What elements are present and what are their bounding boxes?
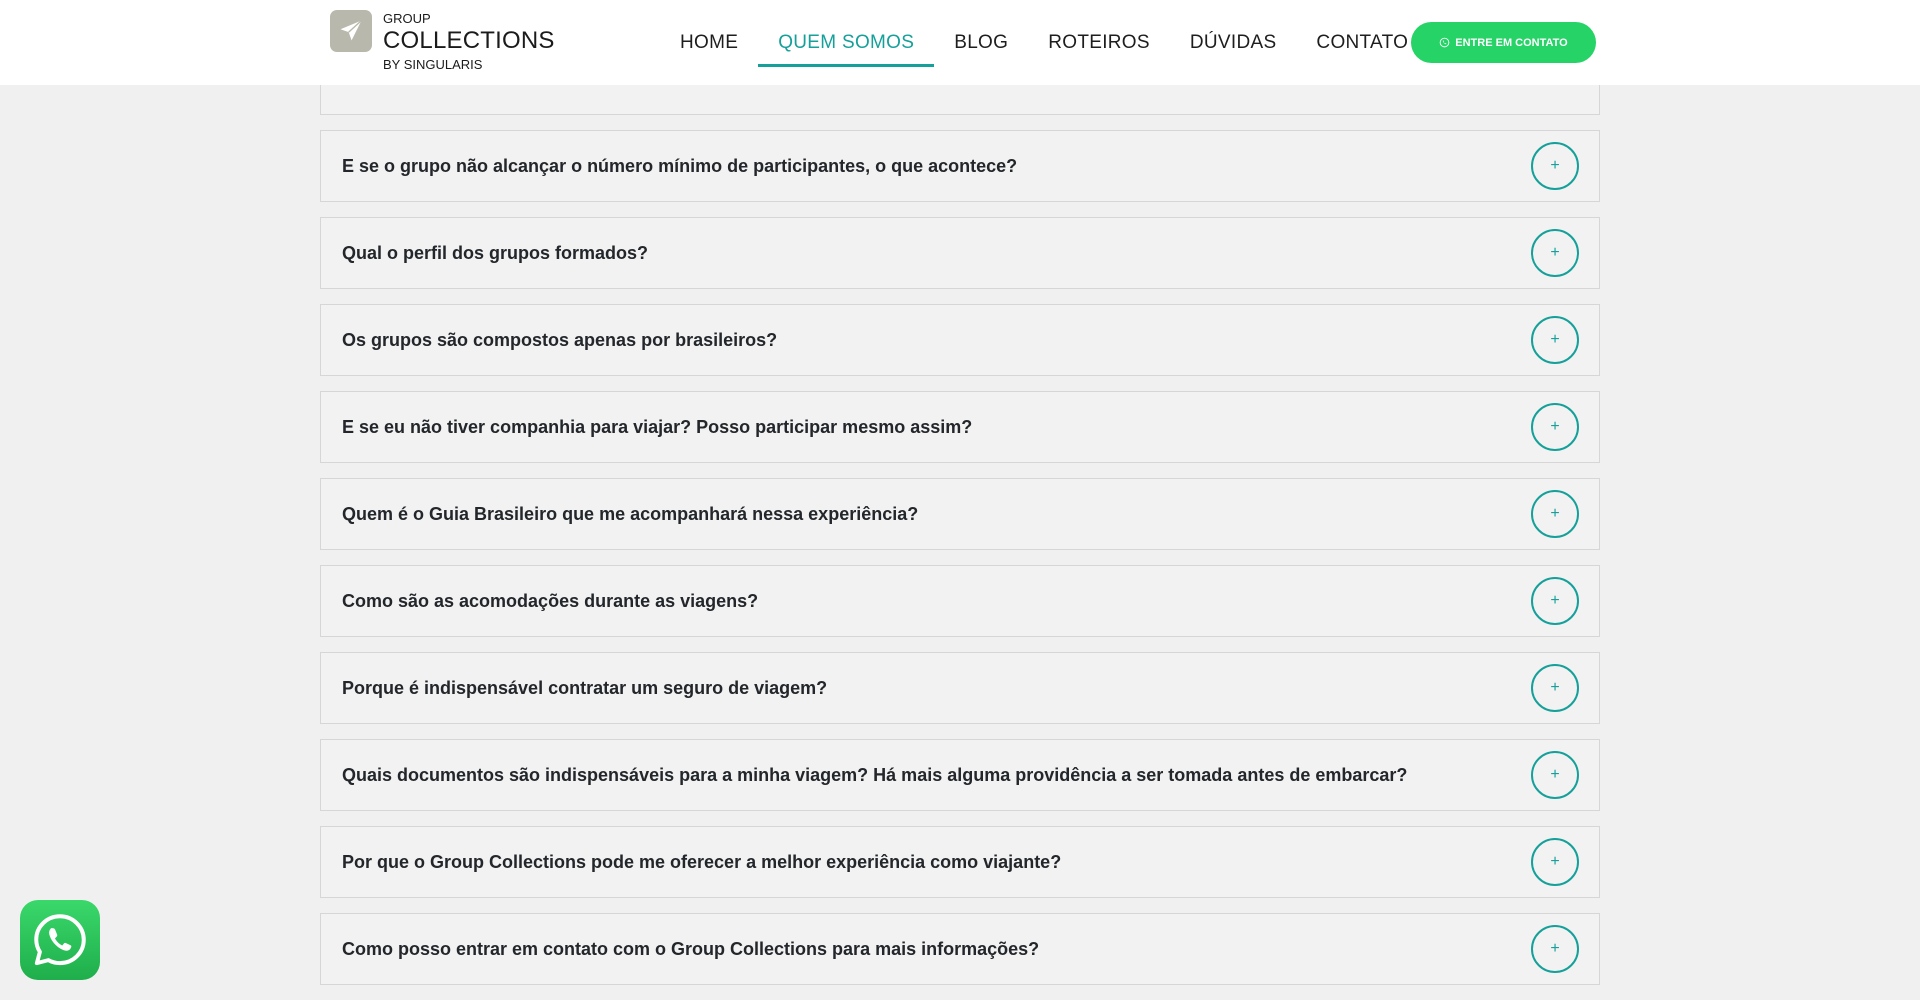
plus-icon[interactable]: + [1531,925,1579,973]
nav-item-quem-somos[interactable]: QUEM SOMOS [758,0,935,85]
main-nav: HOME QUEM SOMOS BLOG ROTEIROS DÚVIDAS CO… [660,0,1428,85]
faq-question: Qual o perfil dos grupos formados? [342,242,649,263]
faq-item[interactable]: Os grupos são compostos apenas por brasi… [320,304,1600,376]
faq-question: Por que o Group Collections pode me ofer… [342,851,1062,872]
logo-text: GROUP COLLECTIONS BY SINGULARIS [383,10,555,71]
faq-item[interactable]: Quem é o Guia Brasileiro que me acompanh… [320,478,1600,550]
logo-main-text: COLLECTIONS [383,27,555,54]
faq-item[interactable]: E se o grupo não alcançar o número mínim… [320,130,1600,202]
whatsapp-float-button[interactable] [20,900,100,980]
faq-item[interactable]: Como são as acomodações durante as viage… [320,565,1600,637]
faq-item[interactable]: E se eu não tiver companhia para viajar?… [320,391,1600,463]
plus-icon[interactable]: + [1531,316,1579,364]
site-header: GROUP COLLECTIONS BY SINGULARIS HOME QUE… [0,0,1920,85]
faq-question: E se eu não tiver companhia para viajar?… [342,416,973,437]
plus-icon[interactable]: + [1531,142,1579,190]
faq-question: Quem é o Guia Brasileiro que me acompanh… [342,503,919,524]
faq-question: Os grupos são compostos apenas por brasi… [342,329,778,350]
nav-item-contato[interactable]: CONTATO [1296,0,1428,85]
contact-button[interactable]: ENTRE EM CONTATO [1411,22,1596,63]
nav-item-duvidas[interactable]: DÚVIDAS [1170,0,1297,85]
plus-icon[interactable]: + [1531,490,1579,538]
faq-question: Como posso entrar em contato com o Group… [342,938,1040,959]
faq-question: Como são as acomodações durante as viage… [342,590,759,611]
airplane-icon [330,10,372,52]
whatsapp-icon [34,914,86,966]
contact-button-label: ENTRE EM CONTATO [1455,36,1568,49]
faq-item[interactable]: Quais documentos são indispensáveis para… [320,739,1600,811]
plus-icon[interactable]: + [1531,403,1579,451]
logo-top-text: GROUP [383,11,431,26]
faq-question: E se o grupo não alcançar o número mínim… [342,155,1018,176]
plus-icon[interactable]: + [1531,577,1579,625]
whatsapp-icon [1439,37,1450,48]
plus-icon[interactable]: + [1531,838,1579,886]
faq-question: Porque é indispensável contratar um segu… [342,677,828,698]
faq-item[interactable]: Como posso entrar em contato com o Group… [320,913,1600,985]
logo[interactable]: GROUP COLLECTIONS BY SINGULARIS [330,10,555,71]
faq-item[interactable]: Por que o Group Collections pode me ofer… [320,826,1600,898]
faq-question: Quais documentos são indispensáveis para… [342,764,1408,785]
plus-icon[interactable]: + [1531,664,1579,712]
logo-bottom-text: BY SINGULARIS [383,57,483,72]
nav-item-blog[interactable]: BLOG [934,0,1028,85]
plus-icon[interactable]: + [1531,751,1579,799]
faq-item[interactable]: Porque é indispensável contratar um segu… [320,652,1600,724]
nav-item-roteiros[interactable]: ROTEIROS [1028,0,1170,85]
nav-item-home[interactable]: HOME [660,0,758,85]
faq-item[interactable]: Qual o perfil dos grupos formados? + [320,217,1600,289]
plus-icon[interactable]: + [1531,229,1579,277]
